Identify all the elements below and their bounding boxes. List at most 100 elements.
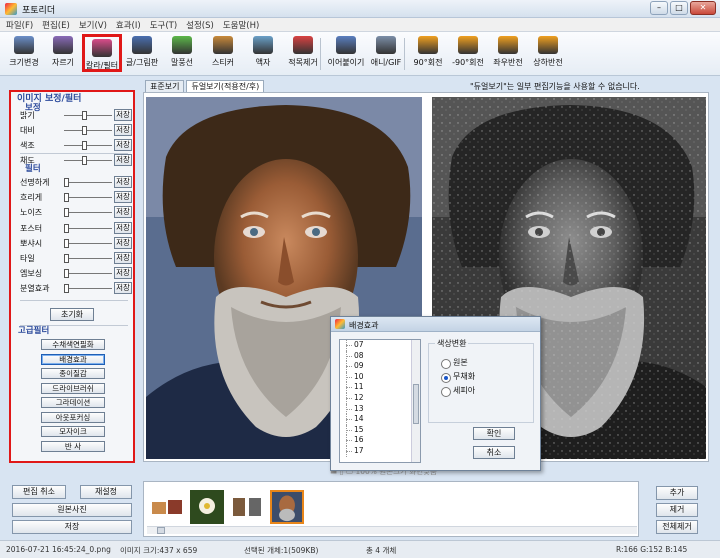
filter-5-save-button[interactable]: 저장 xyxy=(114,252,132,264)
tab-standard-view[interactable]: 표준보기 xyxy=(145,80,185,92)
correct-1-slider[interactable] xyxy=(64,130,112,131)
list-item[interactable]: 10 xyxy=(340,371,420,383)
list-item[interactable]: 12 xyxy=(340,392,420,404)
filter-7-slider[interactable] xyxy=(64,288,112,290)
correct-2-slider[interactable] xyxy=(64,145,112,146)
maximize-button[interactable]: □ xyxy=(670,1,688,15)
menu-edit[interactable]: 편집(E) xyxy=(42,19,70,31)
cancel-button[interactable]: 취소 xyxy=(473,446,515,459)
toolbar-resize-button[interactable]: 크기변경 xyxy=(4,34,44,72)
filter-7-slider-thumb[interactable] xyxy=(64,284,69,294)
list-item[interactable]: 13 xyxy=(340,403,420,415)
filter-6-save-button[interactable]: 저장 xyxy=(114,267,132,280)
thumbnail-3[interactable] xyxy=(230,490,264,524)
tab-dual-view[interactable]: 듀얼보기(적용전/후) xyxy=(186,80,265,92)
filter-3-save-button[interactable]: 저장 xyxy=(114,221,132,234)
thumbnail-scrollbar[interactable] xyxy=(147,526,637,534)
filter-4-slider-thumb[interactable] xyxy=(64,238,69,248)
advanced-filter-7-button[interactable]: 반 사 xyxy=(41,440,105,452)
thumbnail-1[interactable] xyxy=(150,490,184,524)
list-item[interactable]: 11 xyxy=(340,382,420,393)
filter-1-slider[interactable] xyxy=(64,197,112,199)
filter-4-save-button[interactable]: 저장 xyxy=(114,236,132,249)
filter-6-slider[interactable] xyxy=(64,273,112,275)
list-item[interactable]: 15 xyxy=(340,424,420,436)
filter-2-slider-thumb[interactable] xyxy=(64,208,69,218)
close-button[interactable]: ✕ xyxy=(690,1,716,15)
correct-1-slider-thumb[interactable] xyxy=(82,126,88,135)
advanced-filter-3-button[interactable]: 드라이브러쉬 xyxy=(41,382,105,394)
menu-view[interactable]: 보기(V) xyxy=(79,19,107,31)
list-scrollbar[interactable] xyxy=(411,340,420,462)
filter-3-slider-thumb[interactable] xyxy=(64,223,69,233)
reset-button[interactable]: 초기화 xyxy=(50,308,94,321)
filter-0-slider-thumb[interactable] xyxy=(64,178,69,187)
filter-3-slider[interactable] xyxy=(64,227,112,229)
remove-all-button[interactable]: 전체제거 xyxy=(656,520,698,534)
list-item[interactable]: 08 xyxy=(340,350,420,362)
menu-help[interactable]: 도움말(H) xyxy=(223,19,259,31)
toolbar-flip-horizontal-button[interactable]: 좌우반전 xyxy=(488,34,528,72)
advanced-filter-0-button[interactable]: 수채색연필화 xyxy=(41,339,105,350)
radio-grayscale[interactable]: 무채화 xyxy=(441,372,475,383)
filter-7-save-button[interactable]: 저장 xyxy=(114,282,132,295)
list-item[interactable]: 16 xyxy=(340,435,420,446)
thumbnail-4-selected[interactable] xyxy=(270,490,304,524)
reset-edit-button[interactable]: 재설정 xyxy=(80,485,132,499)
filter-1-save-button[interactable]: 저장 xyxy=(114,191,132,204)
filter-0-save-button[interactable]: 저장 xyxy=(114,176,132,188)
correct-3-slider[interactable] xyxy=(64,160,112,161)
filter-1-slider-thumb[interactable] xyxy=(64,193,69,203)
menu-settings[interactable]: 설정(S) xyxy=(186,19,214,31)
advanced-filter-5-button[interactable]: 아웃포커싱 xyxy=(41,411,105,423)
filter-4-slider[interactable] xyxy=(64,242,112,244)
menu-file[interactable]: 파일(F) xyxy=(6,19,33,31)
save-button[interactable]: 저장 xyxy=(12,520,132,534)
advanced-filter-4-button[interactable]: 그라데이션 xyxy=(41,397,105,408)
filter-6-slider-thumb[interactable] xyxy=(64,269,69,279)
radio-sepia[interactable]: 세피아 xyxy=(441,386,475,397)
undo-edit-button[interactable]: 편집 취소 xyxy=(12,485,66,499)
remove-button[interactable]: 제거 xyxy=(656,503,698,517)
advanced-filter-6-button[interactable]: 모자이크 xyxy=(41,426,105,437)
filter-2-slider[interactable] xyxy=(64,212,112,214)
correct-1-save-button[interactable]: 저장 xyxy=(114,124,132,136)
menu-tools[interactable]: 도구(T) xyxy=(150,19,177,31)
effect-list[interactable]: 07 08 09 10 11 12 13 14 15 16 17 xyxy=(339,339,421,463)
advanced-filter-1-button[interactable]: 배경효과 xyxy=(41,353,105,365)
add-button[interactable]: 추가 xyxy=(656,486,698,500)
toolbar-flip-vertical-button[interactable]: 상하반전 xyxy=(528,34,568,72)
radio-original[interactable]: 원본 xyxy=(441,358,468,369)
correct-3-save-button[interactable]: 저장 xyxy=(114,154,132,166)
toolbar-frame-button[interactable]: 액자 xyxy=(243,34,283,72)
list-item[interactable]: 14 xyxy=(340,414,420,425)
original-photo-button[interactable]: 원본사진 xyxy=(12,503,132,517)
filter-2-save-button[interactable]: 저장 xyxy=(114,206,132,219)
toolbar-text-draw-button[interactable]: 글/그림판 xyxy=(122,34,162,72)
list-item[interactable]: 09 xyxy=(340,361,420,372)
toolbar-sticker-button[interactable]: 스티커 xyxy=(203,34,243,72)
filter-5-slider[interactable] xyxy=(64,258,112,259)
toolbar-color-filter-button[interactable]: 칼라/필터 xyxy=(82,34,122,72)
filter-5-slider-thumb[interactable] xyxy=(64,254,69,263)
correct-2-slider-thumb[interactable] xyxy=(82,141,88,150)
minimize-button[interactable]: – xyxy=(650,1,668,15)
filter-0-slider[interactable] xyxy=(64,182,112,183)
correct-2-save-button[interactable]: 저장 xyxy=(114,139,132,151)
advanced-filter-2-button[interactable]: 종이질감 xyxy=(41,368,105,379)
correct-0-save-button[interactable]: 저장 xyxy=(114,109,132,121)
ok-button[interactable]: 확인 xyxy=(473,427,515,440)
toolbar-rotate-90-button[interactable]: 90°회전 xyxy=(408,34,448,72)
list-item[interactable]: 07 xyxy=(340,340,420,351)
list-item[interactable]: 17 xyxy=(340,445,420,457)
toolbar-animated-gif-button[interactable]: 애니/GIF xyxy=(366,34,406,72)
correct-3-slider-thumb[interactable] xyxy=(82,156,88,165)
menu-effect[interactable]: 효과(I) xyxy=(116,19,141,31)
toolbar-merge-button[interactable]: 이어붙이기 xyxy=(326,34,366,72)
thumbnail-2[interactable] xyxy=(190,490,224,524)
correct-0-slider[interactable] xyxy=(64,115,112,116)
toolbar-speech-bubble-button[interactable]: 말풍선 xyxy=(162,34,202,72)
toolbar-red-eye-button[interactable]: 적목제거 xyxy=(283,34,323,72)
toolbar-rotate-minus-90-button[interactable]: -90°회전 xyxy=(448,34,488,72)
correct-0-slider-thumb[interactable] xyxy=(82,111,88,120)
